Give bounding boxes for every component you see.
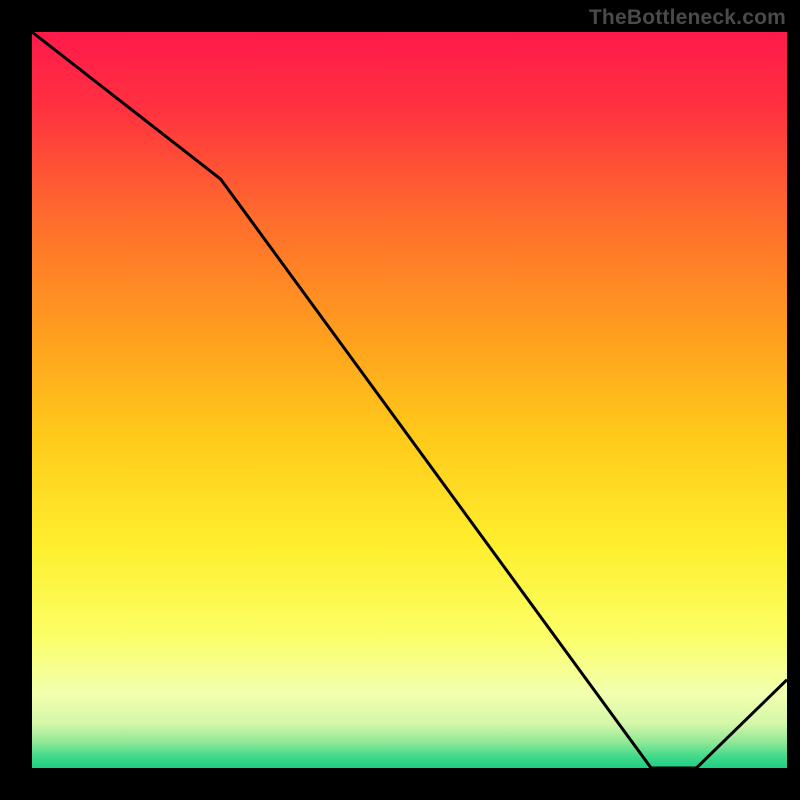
plot-area	[32, 32, 787, 768]
curve-layer	[32, 32, 787, 768]
chart-frame: TheBottleneck.com	[0, 0, 800, 800]
bottleneck-curve-line	[32, 32, 787, 768]
watermark-label: TheBottleneck.com	[589, 6, 786, 30]
